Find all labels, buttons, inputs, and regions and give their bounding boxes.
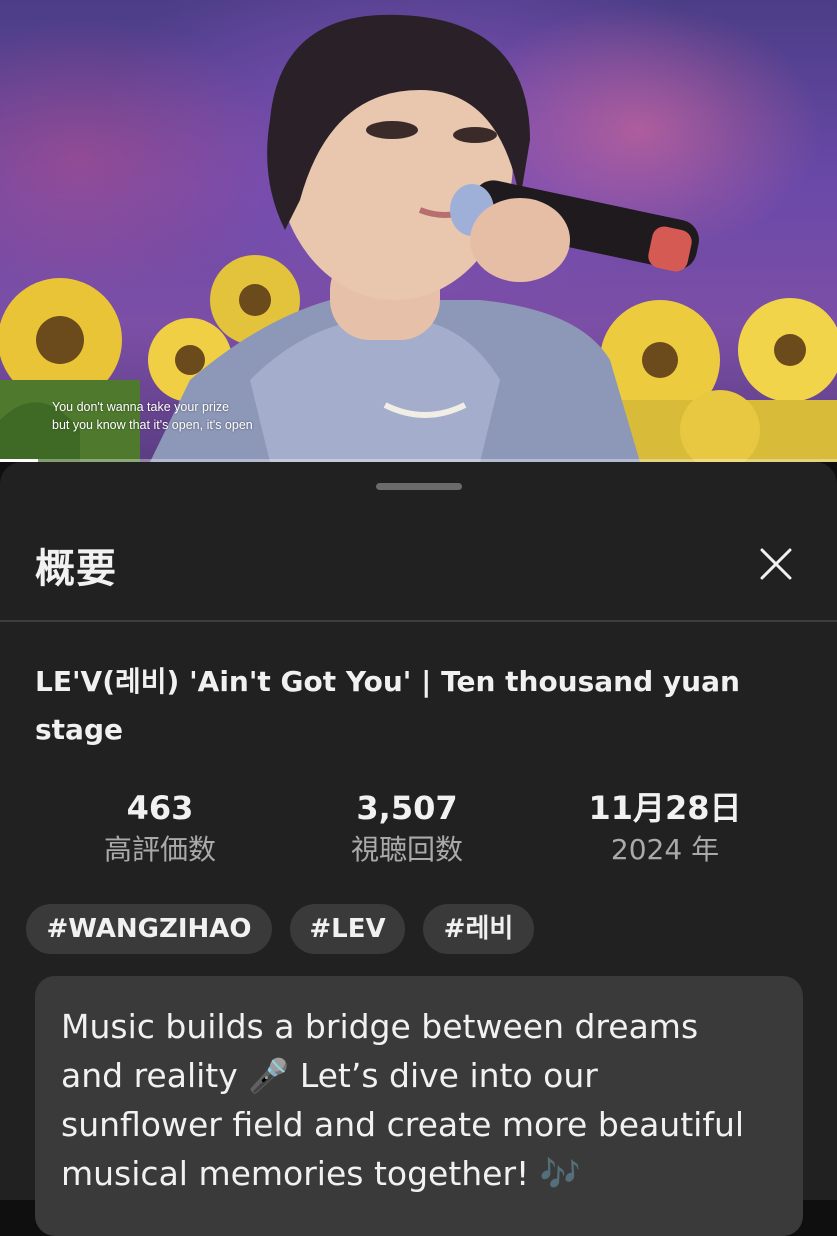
subtitle-line: but you know that it's open, it's open: [52, 418, 253, 432]
likes-label: 高評価数: [103, 833, 216, 866]
description-line: sunflower field and create more beautifu…: [61, 1105, 745, 1144]
hashtag-chip[interactable]: #LEV: [290, 904, 405, 954]
upload-year: 2024 年: [610, 833, 720, 866]
video-frame-illustration: [0, 14, 837, 462]
description-text: Music builds a bridge between dreams and…: [61, 1002, 786, 1198]
close-button[interactable]: [752, 540, 800, 588]
views-count: 3,507: [356, 789, 458, 827]
header-divider: [0, 620, 837, 622]
video-stats: 463 高評価数 3,507 視聴回数 11月28日 2024 年: [0, 788, 837, 878]
hashtag-chip[interactable]: #WANGZIHAO: [26, 904, 272, 954]
video-subtitles: You don't wanna take your prize but you …: [52, 398, 253, 434]
stat-upload-date: 11月28日 2024 年: [565, 788, 765, 870]
close-icon: [760, 548, 792, 580]
description-line: Music builds a bridge between dreams: [61, 1007, 699, 1046]
description-box[interactable]: Music builds a bridge between dreams and…: [35, 976, 803, 1236]
sheet-drag-handle[interactable]: [376, 483, 462, 490]
description-line: and reality 🎤 Let’s dive into our: [61, 1056, 598, 1095]
upload-date: 11月28日: [588, 789, 742, 827]
stat-views: 3,507 視聴回数: [307, 788, 507, 870]
sheet-title: 概要: [35, 546, 117, 592]
hashtag-chip[interactable]: #레비: [423, 904, 534, 954]
video-title: LE'V(레비) 'Ain't Got You' | Ten thousand …: [35, 665, 740, 746]
description-sheet: 概要 LE'V(레비) 'Ain't Got You' | Ten thousa…: [0, 462, 837, 1236]
views-label: 視聴回数: [350, 833, 463, 866]
subtitle-line: You don't wanna take your prize: [52, 400, 230, 414]
description-line: musical memories together! 🎶: [61, 1154, 581, 1193]
stat-likes: 463 高評価数: [60, 788, 260, 870]
sunflowers-right: [600, 298, 837, 462]
likes-count: 463: [126, 789, 194, 827]
microphone: [450, 180, 699, 282]
video-player[interactable]: You don't wanna take your prize but you …: [0, 0, 837, 462]
